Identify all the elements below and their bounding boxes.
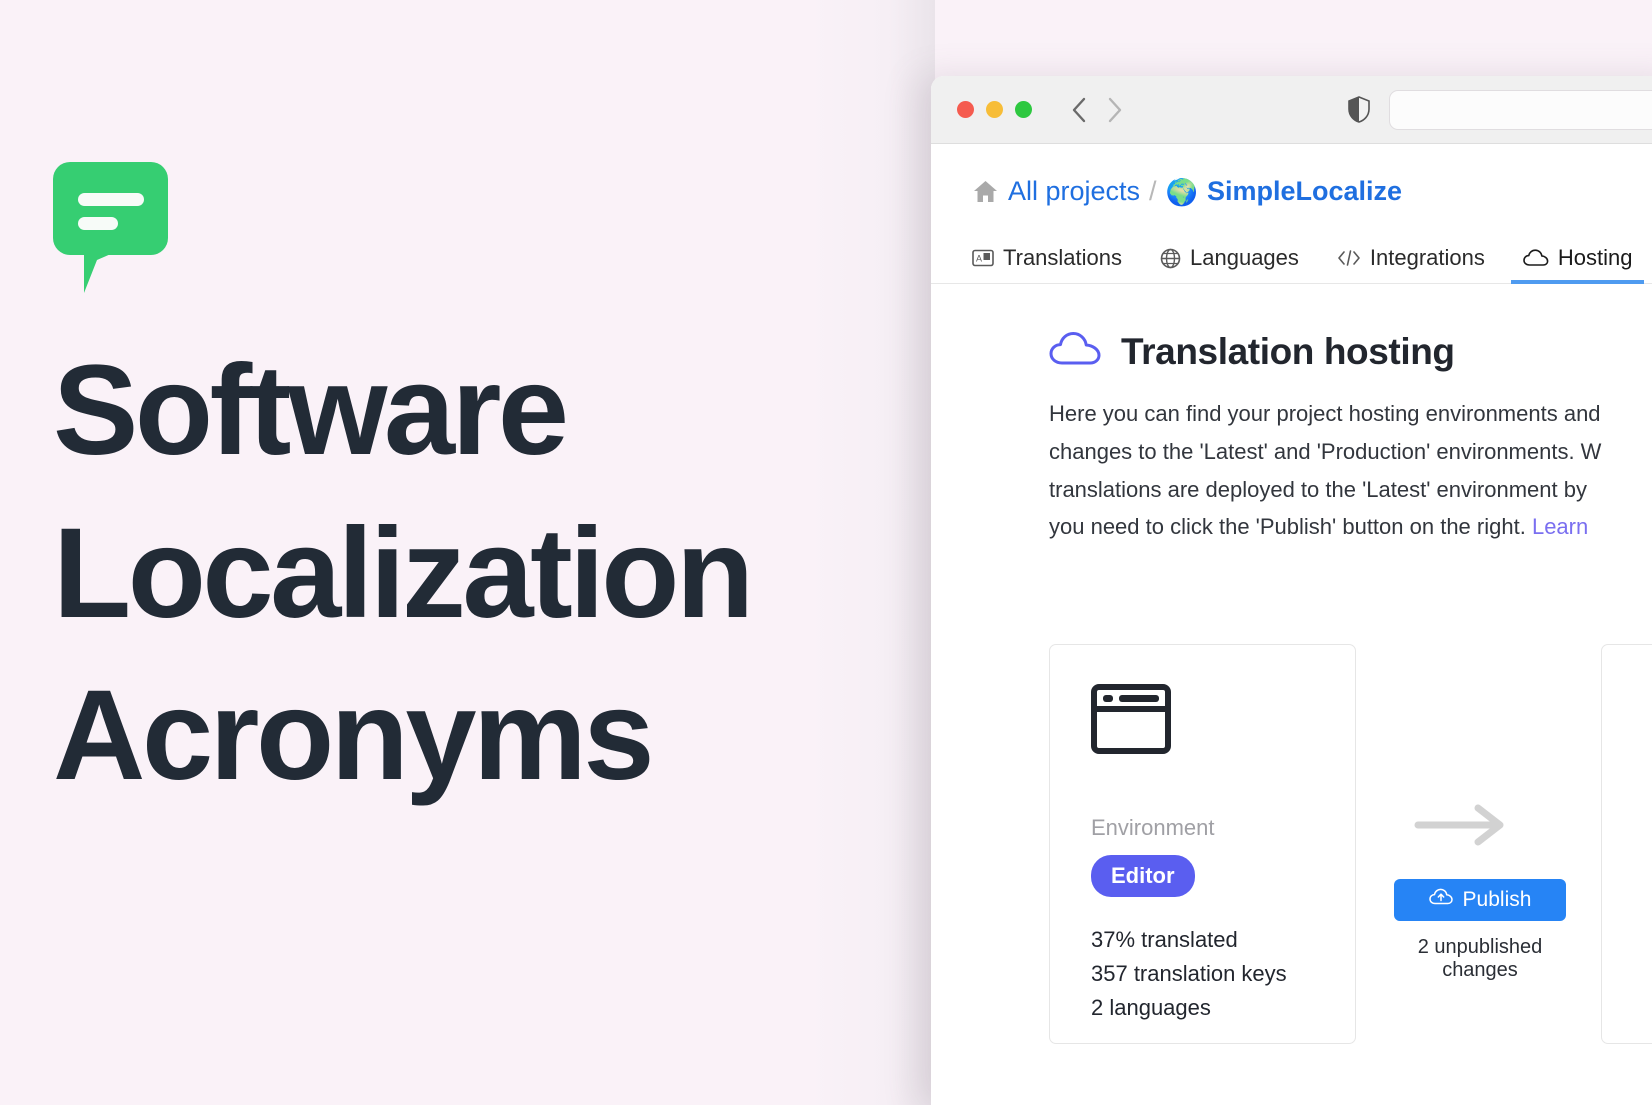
- hero-headline: Software Localization Acronyms: [53, 330, 883, 818]
- environments-row: Environment Editor 37% translated 357 tr…: [1049, 644, 1652, 1044]
- section-description: Here you can find your project hosting e…: [931, 373, 1631, 546]
- publish-button-label: Publish: [1462, 888, 1532, 911]
- bubble-tail: [84, 250, 120, 293]
- bubble-line-2: [78, 217, 118, 230]
- tab-hosting[interactable]: Hosting: [1510, 245, 1645, 284]
- stat-keys: 357 translation keys: [1091, 961, 1287, 987]
- description-line-4-text: you need to click the 'Publish' button o…: [1049, 514, 1526, 540]
- breadcrumb-all-projects[interactable]: All projects: [1008, 176, 1140, 207]
- cloud-icon: [1049, 330, 1103, 373]
- breadcrumb: All projects / 🌍 SimpleLocalize: [931, 144, 1652, 207]
- shield-icon[interactable]: [1348, 96, 1370, 128]
- svg-text:A: A: [976, 254, 982, 264]
- arrow-right-icon: [1414, 802, 1506, 853]
- environment-card-next[interactable]: [1601, 644, 1652, 1044]
- tab-integrations-label: Integrations: [1369, 245, 1485, 270]
- tab-languages-label: Languages: [1190, 245, 1299, 270]
- browser-nav: [1068, 95, 1125, 125]
- breadcrumb-separator: /: [1149, 176, 1157, 206]
- publish-button[interactable]: Publish: [1394, 879, 1566, 921]
- bubble-body: [53, 162, 168, 255]
- headline-line-1: Software: [53, 339, 569, 482]
- environment-label: Environment: [1091, 815, 1215, 840]
- project-tabs: A Translations Languages Integrations Ho…: [931, 228, 1652, 284]
- headline-line-2: Localization: [53, 501, 754, 645]
- unpublished-changes-note: 2 unpublished changes: [1417, 936, 1543, 981]
- tab-translations-label: Translations: [1003, 245, 1123, 270]
- minimize-window-button[interactable]: [986, 101, 1003, 118]
- close-window-button[interactable]: [957, 101, 974, 118]
- page-content: All projects / 🌍 SimpleLocalize A Transl…: [931, 144, 1652, 1105]
- publish-column: Publish 2 unpublished changes: [1356, 644, 1601, 1044]
- tab-translations[interactable]: A Translations: [972, 245, 1122, 283]
- tab-languages[interactable]: Languages: [1160, 245, 1299, 283]
- learn-more-link[interactable]: Learn: [1532, 514, 1588, 539]
- globe-icon: 🌍: [1165, 176, 1198, 207]
- globe-icon: [1160, 248, 1181, 269]
- environment-card-editor[interactable]: Environment Editor 37% translated 357 tr…: [1049, 644, 1356, 1044]
- cloud-icon: [1523, 249, 1549, 267]
- description-line-2: changes to the 'Latest' and 'Production'…: [1049, 438, 1602, 464]
- tab-hosting-label: Hosting: [1557, 245, 1633, 270]
- speech-bubble-icon: [53, 162, 168, 293]
- forward-button[interactable]: [1103, 95, 1125, 125]
- hero-panel: Software Localization Acronyms: [0, 0, 935, 1105]
- traffic-lights: [957, 101, 1032, 118]
- headline-line-3: Acronyms: [53, 664, 655, 808]
- back-button[interactable]: [1068, 95, 1090, 125]
- browser-window: All projects / 🌍 SimpleLocalize A Transl…: [931, 76, 1652, 1105]
- url-input[interactable]: [1389, 90, 1652, 130]
- browser-titlebar: [931, 76, 1652, 144]
- environment-stats: 37% translated 357 translation keys 2 la…: [1091, 923, 1355, 1025]
- description-line-3: translations are deployed to the 'Latest…: [1049, 476, 1587, 502]
- code-icon: [1337, 248, 1361, 268]
- bubble-line-1: [78, 193, 144, 206]
- page-title: Translation hosting: [1121, 330, 1455, 372]
- home-icon[interactable]: [972, 178, 999, 205]
- breadcrumb-current-project[interactable]: SimpleLocalize: [1207, 176, 1402, 207]
- section-header: Translation hosting: [931, 284, 1652, 373]
- tab-integrations[interactable]: Integrations: [1337, 245, 1485, 283]
- description-line-4: you need to click the 'Publish' button o…: [1049, 508, 1631, 546]
- status-badge: Editor: [1091, 855, 1195, 897]
- browser-window-icon: [1091, 684, 1355, 759]
- stat-translated: 37% translated: [1091, 927, 1238, 952]
- translate-icon: A: [972, 249, 994, 267]
- cloud-upload-icon: [1428, 888, 1453, 912]
- maximize-window-button[interactable]: [1015, 101, 1032, 118]
- description-line-1: Here you can find your project hosting e…: [1049, 401, 1601, 426]
- stat-languages: 2 languages: [1091, 995, 1211, 1021]
